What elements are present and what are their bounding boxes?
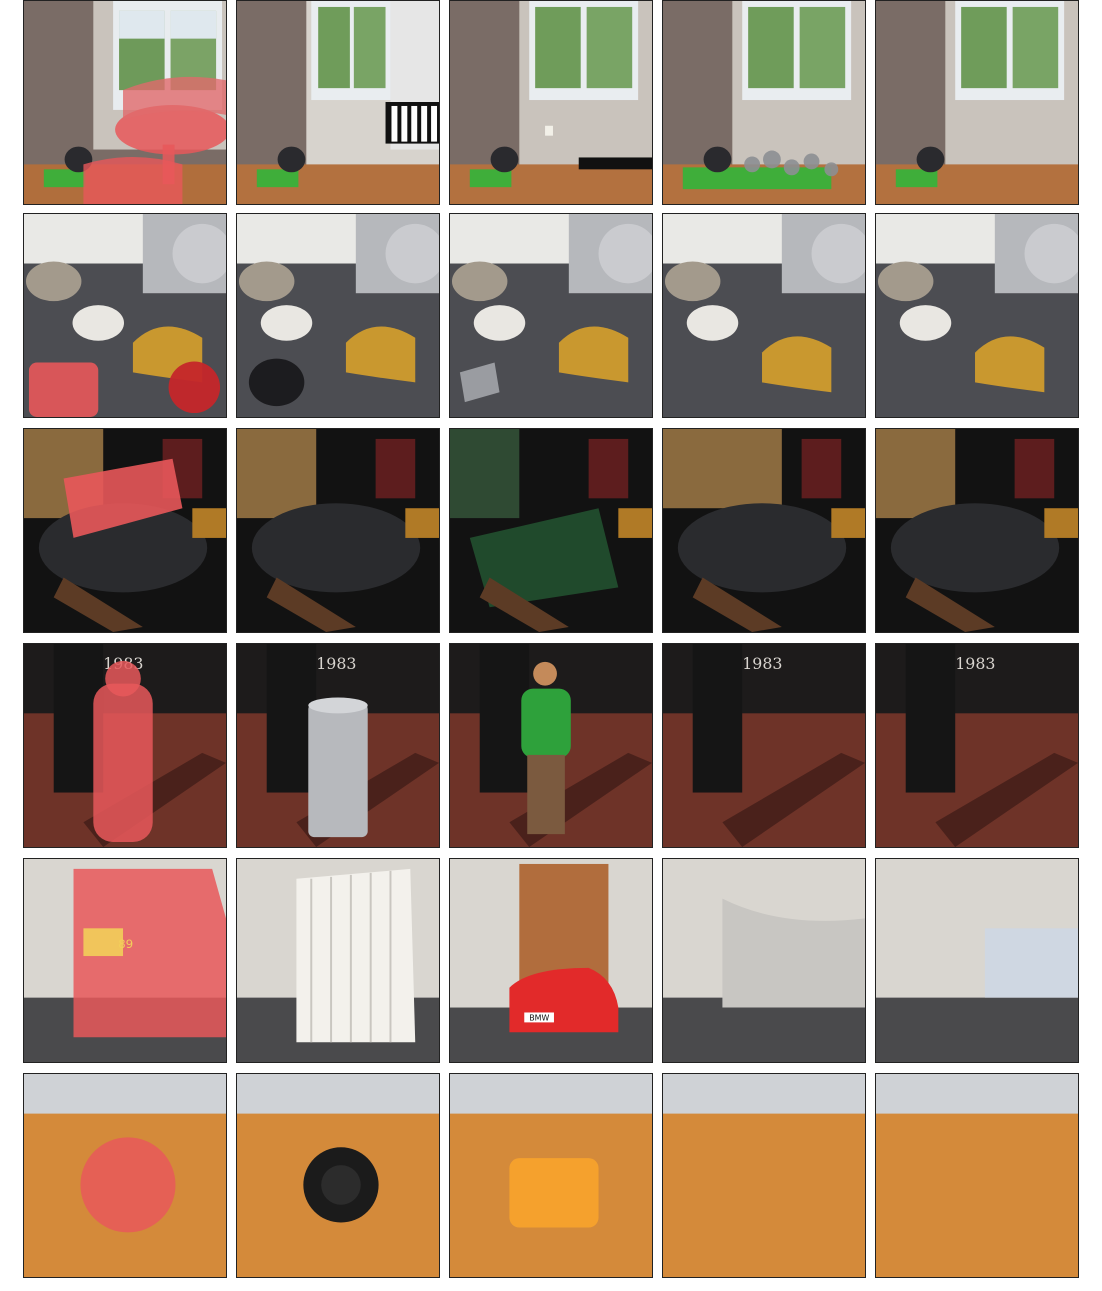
image-cake-remove-a — [662, 428, 866, 633]
row-glove-scene — [23, 1073, 1079, 1278]
image-sidewalk-remove-b: 1983 — [875, 643, 1079, 848]
image-street-mask: 89 — [23, 858, 227, 1063]
image-kitchen-remove-b — [875, 213, 1079, 418]
image-sidewalk-remove-a: 1983 — [662, 643, 866, 848]
sign-year-text: 1983 — [742, 654, 782, 673]
sign-year-text: 1983 — [316, 654, 356, 673]
image-grid: 1983 1983 1983 89 BMW — [23, 0, 1079, 1291]
image-street-remove-a — [662, 858, 866, 1063]
row-window-scene — [23, 0, 1079, 205]
image-kitchen-replace-b — [449, 213, 653, 418]
image-window-remove-b — [875, 0, 1079, 205]
image-cake-replace-b — [449, 428, 653, 633]
image-kitchen-replace-a — [236, 213, 440, 418]
image-kitchen-mask — [23, 213, 227, 418]
row-sidewalk-scene: 1983 1983 1983 — [23, 643, 1079, 848]
image-glove-mask — [23, 1073, 227, 1278]
image-cake-replace-a — [236, 428, 440, 633]
image-glove-replace-a — [236, 1073, 440, 1278]
image-sidewalk-mask: 1983 — [23, 643, 227, 848]
car-plate-text: BMW — [529, 1013, 549, 1022]
image-sidewalk-replace-b — [449, 643, 653, 848]
image-window-replace-a — [236, 0, 440, 205]
row-kitchen-scene — [23, 213, 1079, 418]
image-window-remove-a — [662, 0, 866, 205]
image-glove-remove-b — [875, 1073, 1079, 1278]
image-cake-remove-b — [875, 428, 1079, 633]
sign-year-text: 1983 — [955, 654, 995, 673]
row-street-scene: 89 BMW — [23, 858, 1079, 1063]
image-sidewalk-replace-a: 1983 — [236, 643, 440, 848]
row-cake-scene — [23, 428, 1079, 633]
bus-number-text: 89 — [118, 937, 133, 951]
image-window-replace-b — [449, 0, 653, 205]
image-cake-mask — [23, 428, 227, 633]
image-glove-replace-b — [449, 1073, 653, 1278]
image-street-remove-b — [875, 858, 1079, 1063]
image-kitchen-remove-a — [662, 213, 866, 418]
image-street-replace-b: BMW — [449, 858, 653, 1063]
image-glove-remove-a — [662, 1073, 866, 1278]
image-window-mask — [23, 0, 227, 205]
image-street-replace-a — [236, 858, 440, 1063]
